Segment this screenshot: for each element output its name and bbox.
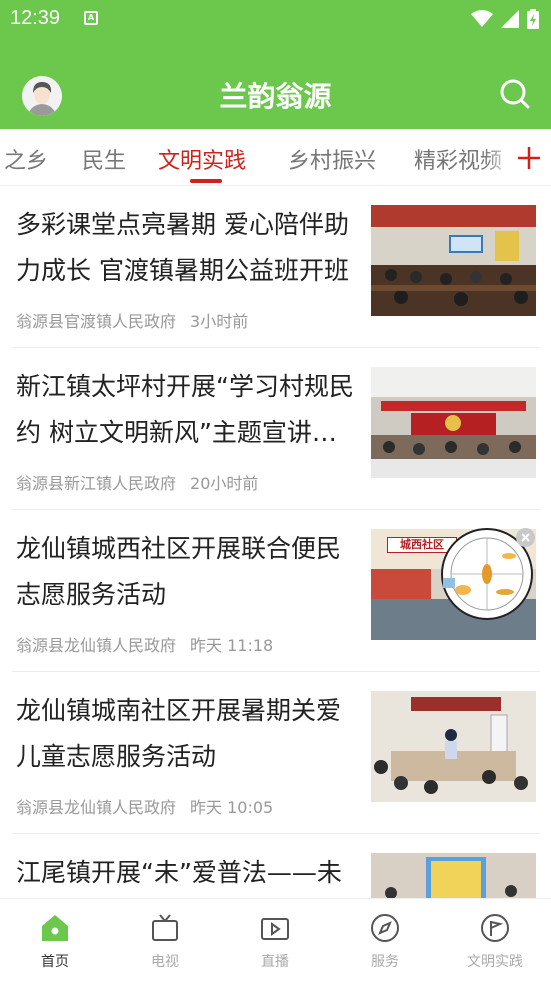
news-title: 新江镇太坪村开展“学习村规民约 树立文明新风”主题宣讲活动 [16,372,354,447]
nav-tv[interactable]: 电视 [110,899,220,981]
nav-tv-label: 电视 [151,954,179,970]
add-channel-button[interactable] [505,129,551,185]
news-meta: 翁源县龙仙镇人民政府 昨天 11:18 [16,632,273,656]
battery-icon [527,9,539,29]
nav-home[interactable]: 首页 [0,899,110,981]
home-icon [42,915,68,941]
nav-service-label: 服务 [371,954,399,970]
news-thumbnail [371,691,536,802]
news-meta: 翁源县官渡镇人民政府 3小时前 [16,308,248,332]
news-title: 多彩课堂点亮暑期 爱心陪伴助力成长 官渡镇暑期公益班开班 [16,210,349,285]
news-time: 20小时前 [190,474,259,493]
news-time: 昨天 10:05 [190,798,274,817]
nav-service[interactable]: 服务 [330,899,440,981]
plus-icon [518,147,540,169]
news-time: 3小时前 [190,312,249,331]
wifi-icon [471,10,493,27]
tv-icon [152,914,178,941]
tab-xiangcun-zhenxing[interactable]: 乡村振兴 [288,143,376,175]
news-item[interactable]: 多彩课堂点亮暑期 爱心陪伴助力成长 官渡镇暑期公益班开班 翁源县官渡镇人民政府 3… [12,186,540,348]
channel-tabs: 之乡 民生 文明实践 乡村振兴 精彩视频 [0,129,551,186]
news-source: 翁源县龙仙镇人民政府 [16,636,177,655]
news-title: 江尾镇开展“未”爱普法——未 [16,858,342,887]
news-thumbnail [371,205,536,316]
close-icon [521,533,530,542]
compass-icon [371,914,399,942]
news-source: 翁源县新江镇人民政府 [16,474,177,493]
app-title: 兰韵翁源 [219,80,332,113]
news-meta: 翁源县新江镇人民政府 20小时前 [16,470,258,494]
news-item[interactable]: 龙仙镇城南社区开展暑期关爱儿童志愿服务活动 翁源县龙仙镇人民政府 昨天 10:05 [12,672,540,834]
active-tab-indicator [190,179,222,183]
news-source: 翁源县官渡镇人民政府 [16,312,177,331]
live-video-icon [261,918,289,940]
tab-zhixiang[interactable]: 之乡 [4,143,48,175]
news-item[interactable]: 新江镇太坪村开展“学习村规民约 树立文明新风”主题宣讲活动 翁源县新江镇人民政府… [12,348,540,510]
signal-icon [501,10,519,28]
status-time: 12:39 [10,7,61,29]
news-meta: 翁源县龙仙镇人民政府 昨天 10:05 [16,794,273,818]
search-icon[interactable] [499,78,531,110]
nav-civilization-practice-label: 文明实践 [467,954,523,970]
news-source: 翁源县龙仙镇人民政府 [16,798,177,817]
nav-home-label: 首页 [41,954,69,970]
sim-card-icon: A [84,11,98,25]
tab-minsheng[interactable]: 民生 [82,143,126,175]
nav-live-label: 直播 [261,954,289,970]
nav-live[interactable]: 直播 [220,899,330,981]
news-title: 龙仙镇城西社区开展联合便民志愿服务活动 [16,534,342,609]
app-header: 兰韵翁源 [0,38,551,129]
flag-badge-icon [481,914,509,942]
news-thumbnail [371,853,536,898]
close-floating-widget-button[interactable] [516,528,535,547]
status-bar: 12:39 A [0,0,551,38]
news-item[interactable]: 江尾镇开展“未”爱普法——未 [12,834,540,898]
nav-civilization-practice[interactable]: 文明实践 [440,899,550,981]
news-title: 龙仙镇城南社区开展暑期关爱儿童志愿服务活动 [16,696,342,771]
bottom-navigation: 首页 电视 直播 服务 文明实践 [0,898,551,981]
news-thumbnail [371,367,536,478]
news-time: 昨天 11:18 [190,636,274,655]
tab-wenming-shijian[interactable]: 文明实践 [158,143,246,175]
